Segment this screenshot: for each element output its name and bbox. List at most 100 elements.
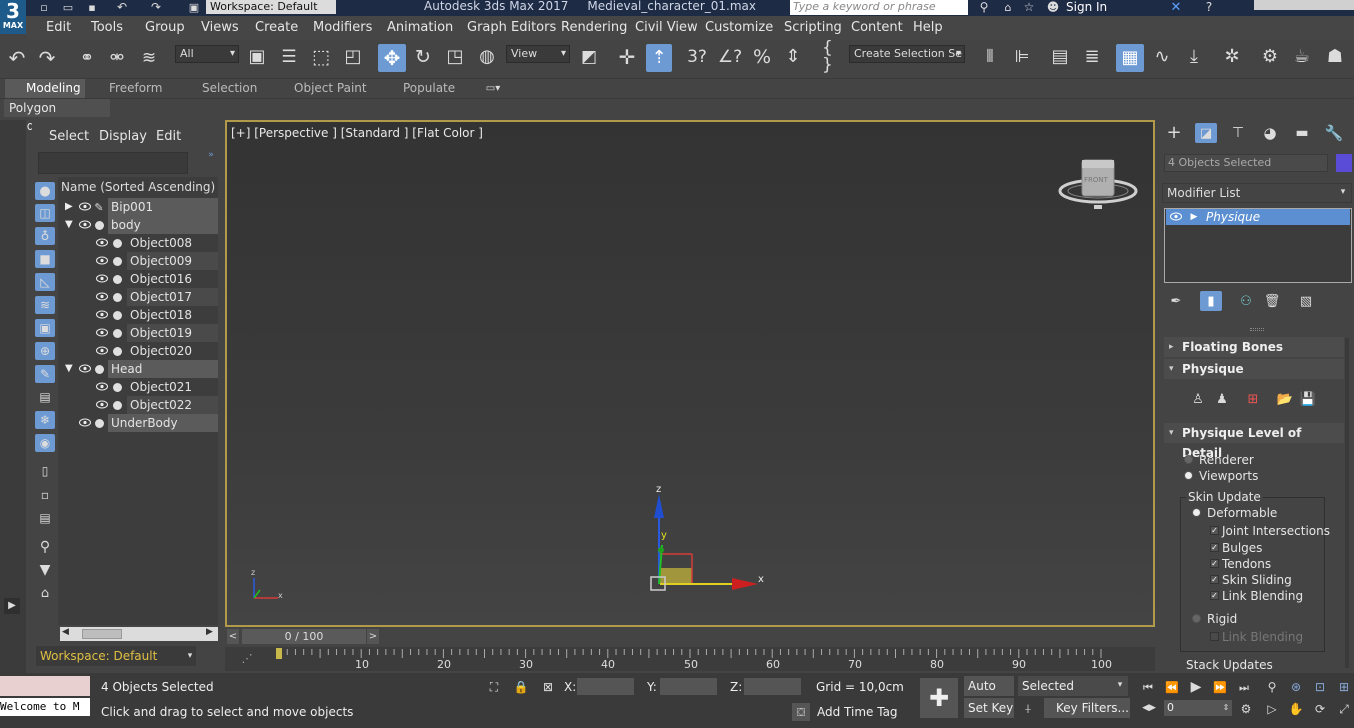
- display-spacewarps-icon[interactable]: ≋: [35, 296, 55, 314]
- help-search-input[interactable]: Type a keyword or phrase: [790, 0, 968, 15]
- select-and-rotate-icon[interactable]: ↻: [412, 46, 434, 68]
- list-item[interactable]: ▼ body: [58, 216, 218, 234]
- attach-to-node-icon[interactable]: ♙: [1190, 390, 1206, 408]
- visibility-eye-icon[interactable]: [96, 292, 108, 301]
- visibility-eye-icon[interactable]: [96, 310, 108, 319]
- dropdown-arrow-icon[interactable]: ▾: [184, 650, 196, 662]
- pivot-center-icon[interactable]: ◩: [578, 46, 600, 68]
- command-panel-scrollbar[interactable]: [1345, 338, 1349, 668]
- hierarchy-tab-icon[interactable]: ⊤: [1227, 123, 1249, 143]
- explorer-search-input[interactable]: [38, 152, 188, 174]
- link-icon[interactable]: ⚭: [76, 47, 98, 69]
- go-to-end-icon[interactable]: ⏭: [1236, 679, 1252, 695]
- save-file-icon[interactable]: ▪: [84, 0, 100, 14]
- visibility-eye-icon[interactable]: [79, 364, 91, 373]
- key-mode-toggle-icon[interactable]: ◀▶: [1142, 701, 1156, 715]
- menu-rendering[interactable]: Rendering: [561, 20, 627, 36]
- sign-in-link[interactable]: Sign In: [1066, 0, 1107, 14]
- zoom-extents-icon[interactable]: ⊡: [1312, 679, 1328, 695]
- expand-strip-icon[interactable]: ▶: [4, 598, 20, 614]
- snaps-toggle-icon[interactable]: 3?: [684, 46, 710, 68]
- pin-stack-icon[interactable]: ✒: [1168, 292, 1184, 310]
- tab-populate[interactable]: Populate: [403, 81, 455, 95]
- visibility-eye-icon[interactable]: [96, 256, 108, 265]
- menu-graph-editors[interactable]: Graph Editors: [467, 20, 556, 36]
- menu-animation[interactable]: Animation: [387, 20, 453, 36]
- menu-civil-view[interactable]: Civil View: [635, 20, 698, 36]
- mini-curve-editor-icon[interactable]: ⋰: [238, 650, 256, 666]
- visibility-eye-icon[interactable]: [79, 418, 91, 427]
- window-controls[interactable]: [1254, 0, 1354, 10]
- set-key-big-icon[interactable]: ✚: [920, 678, 958, 718]
- filter-funnel-icon[interactable]: ⚲: [35, 538, 55, 556]
- schematic-view-icon[interactable]: ⤓: [1182, 46, 1206, 68]
- sort-options-icon[interactable]: ▤: [35, 509, 55, 527]
- select-by-name-icon[interactable]: ☰: [278, 46, 300, 68]
- add-time-tag-button[interactable]: Add Time Tag: [817, 705, 898, 719]
- expanded-arrow-icon[interactable]: ▼: [65, 216, 73, 234]
- menu-tools[interactable]: Tools: [91, 20, 123, 36]
- modifier-visibility-eye-icon[interactable]: [1170, 212, 1182, 221]
- deformable-radio[interactable]: [1192, 508, 1201, 517]
- maximize-viewport-icon[interactable]: ⤢: [1336, 701, 1352, 717]
- explorer-horizontal-scrollbar[interactable]: ◀ ▶: [60, 627, 218, 641]
- menu-content[interactable]: Content: [851, 20, 903, 36]
- explorer-menu-display[interactable]: Display: [99, 129, 147, 144]
- expand-arrow-icon[interactable]: ▶: [1189, 211, 1199, 223]
- motion-tab-icon[interactable]: ◕: [1259, 123, 1281, 143]
- time-configuration-icon[interactable]: ⚙: [1238, 701, 1254, 717]
- tendons-checkbox[interactable]: ✓: [1210, 559, 1219, 568]
- list-item[interactable]: Object017: [58, 288, 218, 306]
- save-physique-file-icon[interactable]: 💾: [1299, 390, 1317, 408]
- menu-help[interactable]: Help: [913, 20, 943, 36]
- edit-named-selection-icon[interactable]: { }: [822, 40, 844, 74]
- display-groups-icon[interactable]: ▣: [35, 319, 55, 337]
- set-key-button[interactable]: Set Key: [964, 698, 1014, 718]
- next-frame-icon[interactable]: ⏩: [1212, 679, 1228, 695]
- menu-scripting[interactable]: Scripting: [784, 20, 842, 36]
- curve-editor-icon[interactable]: ∿: [1150, 46, 1174, 68]
- physique-rollout[interactable]: Physique: [1164, 359, 1344, 379]
- binoculars-icon[interactable]: ⚲: [976, 0, 992, 14]
- configure-modifier-sets-icon[interactable]: ▧: [1298, 292, 1314, 310]
- autodesk-store-icon[interactable]: ⌂: [1000, 0, 1016, 14]
- display-bones-icon[interactable]: ✎: [35, 365, 55, 383]
- object-color-swatch[interactable]: [1336, 154, 1352, 172]
- menu-customize[interactable]: Customize: [705, 20, 773, 36]
- display-all-icon[interactable]: ◉: [35, 434, 55, 452]
- display-containers-icon[interactable]: ▤: [35, 388, 55, 406]
- favorites-star-icon[interactable]: ☆: [1022, 0, 1036, 14]
- user-icon[interactable]: ☻: [1046, 0, 1060, 14]
- project-folder-icon[interactable]: ▣: [186, 0, 202, 14]
- z-coord-field[interactable]: [744, 678, 801, 695]
- tab-modeling[interactable]: Modeling: [5, 79, 85, 98]
- prev-frame-icon[interactable]: <: [227, 629, 239, 644]
- rendered-frame-window-icon[interactable]: ☕: [1290, 46, 1314, 68]
- frame-spinner-icon[interactable]: ⇕: [1222, 701, 1230, 715]
- list-item[interactable]: Object022: [58, 396, 218, 414]
- select-and-place-icon[interactable]: ◍: [476, 46, 498, 68]
- reinitialize-icon[interactable]: ♟: [1214, 390, 1230, 408]
- visibility-eye-icon[interactable]: [79, 220, 91, 229]
- redo-small-icon[interactable]: ↷: [148, 0, 164, 14]
- visibility-eye-icon[interactable]: [96, 382, 108, 391]
- bind-space-warp-icon[interactable]: ≋: [138, 47, 160, 69]
- y-coord-field[interactable]: [660, 678, 717, 695]
- maxscript-listener-output[interactable]: Welcome to M: [0, 698, 90, 716]
- explorer-menu-select[interactable]: Select: [49, 129, 89, 144]
- list-item[interactable]: ▼ Head: [58, 360, 218, 378]
- expanded-arrow-icon[interactable]: ▼: [65, 360, 73, 378]
- menu-group[interactable]: Group: [145, 20, 185, 36]
- filter-icon[interactable]: ▼: [35, 561, 55, 579]
- invert-display-icon[interactable]: ▫: [35, 486, 55, 504]
- list-item[interactable]: Object016: [58, 270, 218, 288]
- scroll-right-icon[interactable]: ▶: [206, 627, 213, 637]
- visibility-eye-icon[interactable]: [96, 238, 108, 247]
- modifier-list-dropdown[interactable]: Modifier List: [1162, 183, 1352, 203]
- explorer-workspace-dropdown[interactable]: Workspace: Default: [36, 646, 196, 666]
- select-manipulate-icon[interactable]: ✛: [616, 46, 638, 68]
- menu-create[interactable]: Create: [255, 20, 298, 36]
- angle-snap-icon[interactable]: ∠?: [718, 46, 742, 68]
- viewport-label-menu[interactable]: [+] [Perspective ] [Standard ] [Flat Col…: [231, 126, 483, 140]
- exchange-icon[interactable]: ✕: [1168, 0, 1184, 14]
